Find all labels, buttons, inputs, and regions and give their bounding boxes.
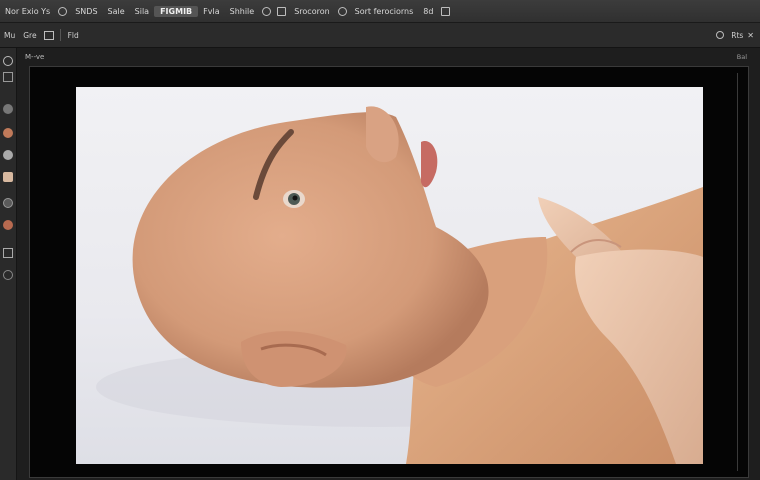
eraser-icon[interactable] xyxy=(3,198,13,208)
stamp-icon[interactable] xyxy=(3,172,13,182)
hand-icon[interactable] xyxy=(3,270,13,280)
menu-item-4[interactable]: Sila xyxy=(130,7,154,16)
vertical-ruler xyxy=(737,73,744,471)
move-icon[interactable] xyxy=(3,72,13,82)
brush-icon[interactable] xyxy=(3,104,13,114)
layers-icon[interactable] xyxy=(277,6,287,16)
menu-item-1[interactable]: Nor Exio Ys xyxy=(0,7,55,16)
title-badge: FIGMIB xyxy=(154,5,199,17)
menu-item-7[interactable]: Srocoron xyxy=(289,7,334,16)
close-icon[interactable]: ✕ xyxy=(747,31,754,40)
dodge-icon[interactable] xyxy=(3,220,13,230)
option-1[interactable]: Mu xyxy=(0,31,19,40)
canvas[interactable] xyxy=(29,66,749,478)
gear-icon-3[interactable] xyxy=(716,31,725,39)
options-bar: Mu Gre Fld Rts ✕ xyxy=(0,23,760,48)
document-area: M--ve Bal xyxy=(17,48,760,480)
divider xyxy=(59,29,61,41)
tool-panel xyxy=(0,48,17,480)
menu-item-3[interactable]: Sale xyxy=(103,7,130,16)
photo-illustration xyxy=(96,106,703,464)
toggle-icon[interactable] xyxy=(43,30,54,40)
window-icon[interactable] xyxy=(441,6,451,16)
gear-icon[interactable] xyxy=(58,6,68,16)
color-icon[interactable] xyxy=(3,128,13,138)
gear-icon-2[interactable] xyxy=(337,6,347,16)
option-2[interactable]: Gre xyxy=(19,31,40,40)
menu-item-5[interactable]: Fvla xyxy=(198,7,224,16)
settings-icon[interactable] xyxy=(262,6,272,16)
menu-item-6[interactable]: Shhile xyxy=(225,7,260,16)
zoom-icon[interactable] xyxy=(3,56,13,66)
document-tab-label: M--ve xyxy=(25,53,45,61)
document-tab[interactable]: M--ve Bal xyxy=(25,50,747,64)
text-icon[interactable] xyxy=(3,248,13,258)
document-tab-right: Bal xyxy=(736,53,747,61)
photo-image[interactable] xyxy=(76,87,703,464)
menu-item-2[interactable]: SNDS xyxy=(70,7,102,16)
menu-item-9[interactable]: 8d xyxy=(418,7,438,16)
eyedropper-icon[interactable] xyxy=(3,150,13,160)
menu-item-8[interactable]: Sort ferociorns xyxy=(350,7,419,16)
menu-bar: Nor Exio Ys SNDS Sale Sila FIGMIB Fvla S… xyxy=(0,0,760,23)
option-right[interactable]: Rts xyxy=(727,31,747,40)
option-3[interactable]: Fld xyxy=(64,31,83,40)
